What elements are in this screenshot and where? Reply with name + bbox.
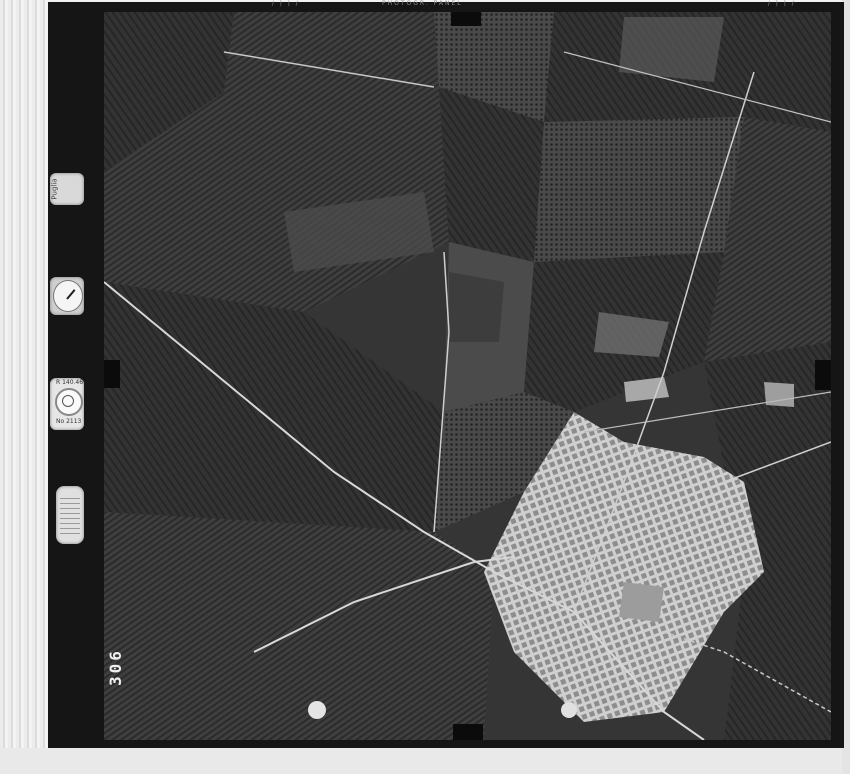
altimeter-scale-icon (60, 494, 80, 534)
frame-number: 306 (106, 648, 125, 686)
scanner-edge-stripes (0, 0, 48, 774)
top-edge-marks-right: / | | / (768, 0, 796, 7)
fiducial-mark-right (815, 360, 831, 390)
fiducial-mark-top (451, 12, 481, 26)
level-bubble-instrument: R 140.46 No 2113 (50, 378, 84, 430)
altimeter-instrument (56, 486, 84, 544)
level-readout-bottom: No 2113 (56, 418, 82, 425)
region-label-text: Puglia (50, 178, 59, 200)
fiducial-mark-left (104, 360, 120, 388)
region-label-plate: Puglia (50, 173, 84, 205)
top-edge-marks-left: / | | / (272, 0, 300, 7)
level-bubble-icon (55, 388, 83, 416)
fiducial-mark-bottom (453, 724, 483, 740)
level-readout-top: R 140.46 (56, 379, 84, 386)
top-edge-marks-center: PHOTOGR. PANEL (382, 0, 463, 7)
aerial-photograph (104, 12, 831, 740)
clock-instrument (50, 277, 84, 315)
scanner-bottom-band (0, 748, 850, 774)
